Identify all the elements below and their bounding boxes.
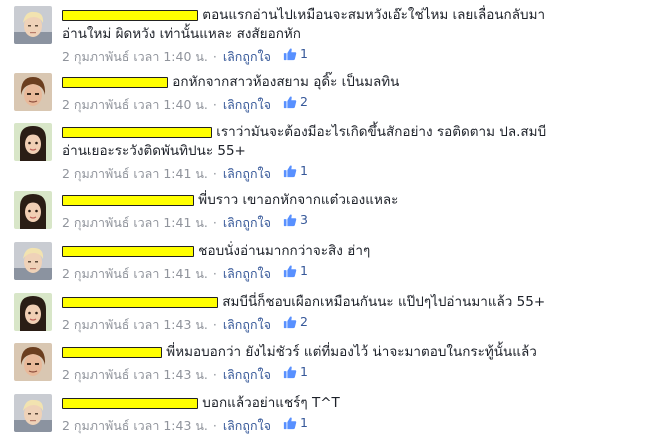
avatar-blond-man-icon xyxy=(14,242,52,280)
comment-meta: 2 กุมภาพันธ์ เวลา 1:43 น. · เลิกถูกใจ 2 xyxy=(62,313,308,332)
comment-text: อ่านใหม่ ผิดหวัง เท่านั้นแหละ สงสัยอกหัก xyxy=(62,26,301,42)
avatar[interactable] xyxy=(14,293,52,331)
avatar-dark-hair-woman-icon xyxy=(14,123,52,161)
thumbs-up-icon xyxy=(283,95,297,109)
comment-text: อกหักจากสาวห้องสยาม อุดิ๊ะ เป็นมลทิน xyxy=(172,74,400,90)
comment-meta: 2 กุมภาพันธ์ เวลา 1:40 น. · เลิกถูกใจ 2 xyxy=(62,93,308,112)
comment-text: บอกแล้วอย่าแชร์ๆ T^T xyxy=(202,395,340,411)
comment-text: พี่หมอบอกว่า ยังไม่ชัวร์ แต่ที่มองไว้ น่… xyxy=(166,344,537,360)
timestamp[interactable]: 2 กุมภาพันธ์ เวลา 1:40 น. xyxy=(62,49,208,64)
like-count[interactable]: 1 xyxy=(277,262,308,280)
comment-meta: 2 กุมภาพันธ์ เวลา 1:43 น. · เลิกถูกใจ 1 xyxy=(62,414,308,433)
timestamp[interactable]: 2 กุมภาพันธ์ เวลา 1:43 น. xyxy=(62,418,208,433)
timestamp[interactable]: 2 กุมภาพันธ์ เวลา 1:40 น. xyxy=(62,97,208,112)
like-count-value: 3 xyxy=(299,212,308,227)
avatar-blond-man-icon xyxy=(14,394,52,432)
comment-text: อ่านเยอะระวังติดพันทิปนะ 55+ xyxy=(62,143,246,159)
timestamp[interactable]: 2 กุมภาพันธ์ เวลา 1:41 น. xyxy=(62,266,208,281)
comment-text: พี่บราว เขาอกหักจากแต๋วเองแหละ xyxy=(198,192,399,208)
unlike-link[interactable]: เลิกถูกใจ xyxy=(223,215,271,230)
like-count-value: 1 xyxy=(299,263,308,278)
unlike-link[interactable]: เลิกถูกใจ xyxy=(223,97,271,112)
like-count-value: 1 xyxy=(299,163,308,178)
like-count[interactable]: 1 xyxy=(277,162,308,180)
unlike-link[interactable]: เลิกถูกใจ xyxy=(223,418,271,433)
thumbs-up-icon xyxy=(283,164,297,178)
timestamp[interactable]: 2 กุมภาพันธ์ เวลา 1:41 น. xyxy=(62,166,208,181)
thumbs-up-icon xyxy=(283,47,297,61)
comment-meta: 2 กุมภาพันธ์ เวลา 1:43 น. · เลิกถูกใจ 1 xyxy=(62,363,308,382)
avatar[interactable] xyxy=(14,191,52,229)
like-count-value: 1 xyxy=(299,415,308,430)
timestamp[interactable]: 2 กุมภาพันธ์ เวลา 1:43 น. xyxy=(62,367,208,382)
comment-list: ตอนแรกอ่านไปเหมือนจะสมหวังเอ๊ะใช่ไหม เลย… xyxy=(0,0,652,440)
thumbs-up-icon xyxy=(283,365,297,379)
like-count[interactable]: 1 xyxy=(277,45,308,63)
avatar[interactable] xyxy=(14,73,52,111)
avatar[interactable] xyxy=(14,6,52,44)
redacted-commenter-name[interactable] xyxy=(62,296,218,308)
redacted-commenter-name[interactable] xyxy=(62,9,198,21)
avatar-dark-hair-woman-icon xyxy=(14,191,52,229)
timestamp[interactable]: 2 กุมภาพันธ์ เวลา 1:41 น. xyxy=(62,215,208,230)
unlike-link[interactable]: เลิกถูกใจ xyxy=(223,49,271,64)
comment-meta: 2 กุมภาพันธ์ เวลา 1:41 น. · เลิกถูกใจ 3 xyxy=(62,211,308,230)
avatar-brown-hair-man-icon xyxy=(14,73,52,111)
avatar[interactable] xyxy=(14,123,52,161)
avatar-blond-man-icon xyxy=(14,6,52,44)
comment-text: เราว่ามันจะต้องมีอะไรเกิดขึ้นสักอย่าง รอ… xyxy=(216,124,547,140)
avatar[interactable] xyxy=(14,394,52,432)
comment-text: ชอบนั่งอ่านมากกว่าจะสิง ฮ่าๆ xyxy=(198,243,371,259)
like-count[interactable]: 1 xyxy=(277,414,308,432)
redacted-commenter-name[interactable] xyxy=(62,76,168,88)
comment-meta: 2 กุมภาพันธ์ เวลา 1:41 น. · เลิกถูกใจ 1 xyxy=(62,262,308,281)
redacted-commenter-name[interactable] xyxy=(62,346,162,358)
avatar[interactable] xyxy=(14,343,52,381)
avatar[interactable] xyxy=(14,242,52,280)
timestamp[interactable]: 2 กุมภาพันธ์ เวลา 1:43 น. xyxy=(62,317,208,332)
avatar-dark-hair-woman-icon xyxy=(14,293,52,331)
like-count[interactable]: 1 xyxy=(277,363,308,381)
unlike-link[interactable]: เลิกถูกใจ xyxy=(223,317,271,332)
like-count-value: 1 xyxy=(299,364,308,379)
comment-text: ตอนแรกอ่านไปเหมือนจะสมหวังเอ๊ะใช่ไหม เลย… xyxy=(202,7,546,23)
like-count-value: 2 xyxy=(299,94,308,109)
comment-meta: 2 กุมภาพันธ์ เวลา 1:40 น. · เลิกถูกใจ 1 xyxy=(62,45,308,64)
like-count[interactable]: 2 xyxy=(277,313,308,331)
like-count-value: 2 xyxy=(299,314,308,329)
like-count[interactable]: 2 xyxy=(277,93,308,111)
thumbs-up-icon xyxy=(283,416,297,430)
redacted-commenter-name[interactable] xyxy=(62,397,198,409)
like-count[interactable]: 3 xyxy=(277,211,308,229)
thumbs-up-icon xyxy=(283,264,297,278)
redacted-commenter-name[interactable] xyxy=(62,126,212,138)
redacted-commenter-name[interactable] xyxy=(62,245,194,257)
unlike-link[interactable]: เลิกถูกใจ xyxy=(223,367,271,382)
redacted-commenter-name[interactable] xyxy=(62,194,194,206)
comment-meta: 2 กุมภาพันธ์ เวลา 1:41 น. · เลิกถูกใจ 1 xyxy=(62,162,308,181)
thumbs-up-icon xyxy=(283,315,297,329)
thumbs-up-icon xyxy=(283,213,297,227)
like-count-value: 1 xyxy=(299,46,308,61)
unlike-link[interactable]: เลิกถูกใจ xyxy=(223,166,271,181)
comment-text: สมบีนี่ก็ชอบเผือกเหมือนกันนะ แป๊ปๆไปอ่าน… xyxy=(222,294,546,310)
avatar-brown-hair-man-icon xyxy=(14,343,52,381)
unlike-link[interactable]: เลิกถูกใจ xyxy=(223,266,271,281)
